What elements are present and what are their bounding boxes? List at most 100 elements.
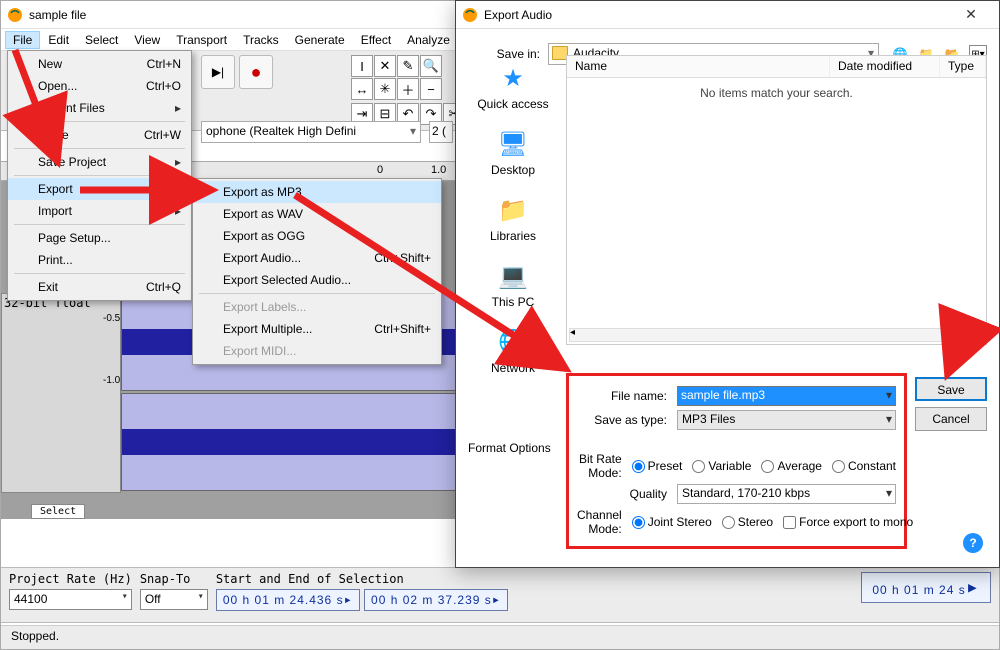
status-bar: Stopped. [1,625,999,649]
menu-item-page-setup[interactable]: Page Setup... [10,227,189,249]
save-as-type-combo[interactable]: MP3 Files [677,410,896,430]
save-button[interactable]: Save [915,377,987,401]
network-icon: 🌐 [495,327,531,357]
menu-item-export-wav[interactable]: Export as WAV [195,203,439,225]
audio-position-time[interactable]: 00 h 01 m 24 s▸ [861,572,991,603]
file-list-header: Name Date modified Type [567,56,986,78]
quick-access-icon: ★ [495,63,531,93]
snap-to-label: Snap-To [140,572,208,589]
edit-tools: I ✕ ✎ 🔍 ↔ ✳ ＋ − [351,55,442,100]
menu-generate[interactable]: Generate [287,31,353,49]
menu-item-new[interactable]: NewCtrl+N [10,53,189,75]
places-bar: ★Quick access 🖥Desktop 📁Libraries 💻This … [468,55,558,367]
menu-select[interactable]: Select [77,31,126,49]
format-options-box: File name: sample file.mp3 Save as type:… [566,373,907,549]
bitrate-average-radio[interactable]: Average [761,459,821,473]
project-rate-label: Project Rate (Hz) [9,572,132,589]
bit-rate-mode-label: Bit Rate Mode: [577,452,632,480]
col-date[interactable]: Date modified [830,56,940,77]
menu-item-export-multiple[interactable]: Export Multiple...Ctrl+Shift+ [195,318,439,340]
audacity-logo-icon [462,7,478,23]
dialog-close-button[interactable]: ✕ [949,1,993,29]
menu-item-close[interactable]: CloseCtrl+W [10,124,189,146]
menu-edit[interactable]: Edit [40,31,77,49]
filename-input[interactable]: sample file.mp3 [677,386,896,406]
format-options-label: Format Options [468,441,551,455]
menu-item-save-project[interactable]: Save Project▸ [10,151,189,173]
channel-mode-label: Channel Mode: [577,508,632,536]
file-menu-dropdown: NewCtrl+N Open...Ctrl+O Recent Files▸ Cl… [7,50,192,301]
export-audio-dialog: Export Audio ✕ Save in: Audacity 🌐 📁 📂 ⊞… [455,0,1000,568]
selection-tool-icon[interactable]: I [351,55,373,77]
menu-analyze[interactable]: Analyze [399,31,458,49]
menu-item-export[interactable]: Export▸ [8,178,191,200]
menu-item-export-midi: Export MIDI... [195,340,439,362]
horizontal-scrollbar[interactable] [569,328,984,342]
menu-transport[interactable]: Transport [168,31,235,49]
recording-channels-combo[interactable]: 2 ( [429,121,453,143]
export-submenu: Export as MP3 Export as WAV Export as OG… [192,178,442,365]
quality-label: Quality [577,487,677,501]
empty-message: No items match your search. [567,78,986,108]
menu-item-exit[interactable]: ExitCtrl+Q [10,276,189,298]
menu-item-open[interactable]: Open...Ctrl+O [10,75,189,97]
audacity-logo-icon [7,7,23,23]
place-quick-access[interactable]: ★Quick access [468,63,558,111]
menu-item-export-audio[interactable]: Export Audio...Ctrl+Shift+ [195,247,439,269]
this-pc-icon: 💻 [495,261,531,291]
place-network[interactable]: 🌐Network [468,327,558,375]
bitrate-preset-radio[interactable]: Preset [632,459,683,473]
filename-label: File name: [577,389,677,403]
bitrate-constant-radio[interactable]: Constant [832,459,896,473]
selection-toolbar: Project Rate (Hz) 44100 Snap-To Off Star… [1,567,999,623]
bitrate-variable-radio[interactable]: Variable [692,459,751,473]
menu-effect[interactable]: Effect [353,31,399,49]
project-rate-spin[interactable]: 44100 [9,589,132,610]
zoom-tool-icon[interactable]: 🔍 [420,55,442,77]
libraries-icon: 📁 [495,195,531,225]
multi-tool-icon[interactable]: ✳ [374,78,396,100]
dialog-titlebar: Export Audio ✕ [456,1,999,29]
window-title: sample file [29,8,86,22]
save-as-type-label: Save as type: [577,413,677,427]
menu-tracks[interactable]: Tracks [235,31,287,49]
place-desktop[interactable]: 🖥Desktop [468,129,558,177]
help-button[interactable]: ? [963,533,983,553]
selection-label: Start and End of Selection [216,572,854,589]
quality-combo[interactable]: Standard, 170-210 kbps [677,484,896,504]
menu-item-export-mp3[interactable]: Export as MP3 [193,181,441,203]
skip-end-button[interactable]: ▶| [201,55,235,89]
menu-item-export-selected[interactable]: Export Selected Audio... [195,269,439,291]
menu-file[interactable]: File [5,31,40,49]
timeshift-tool-icon[interactable]: ↔ [351,78,373,100]
menu-item-print[interactable]: Print... [10,249,189,271]
draw-tool-icon[interactable]: ✎ [397,55,419,77]
channel-mode-radios: Joint Stereo Stereo Force export to mono [632,515,913,529]
zoom-out-icon[interactable]: − [420,78,442,100]
record-button[interactable]: ● [239,55,273,89]
desktop-icon: 🖥 [495,129,531,159]
menu-item-recent[interactable]: Recent Files▸ [10,97,189,119]
recording-device-combo[interactable]: ophone (Realtek High Defini [201,121,421,143]
col-name[interactable]: Name [567,56,830,77]
cancel-button[interactable]: Cancel [915,407,987,431]
place-libraries[interactable]: 📁Libraries [468,195,558,243]
file-list[interactable]: Name Date modified Type No items match y… [566,55,987,345]
force-mono-checkbox[interactable]: Force export to mono [783,515,913,529]
menu-item-import[interactable]: Import▸ [10,200,189,222]
col-type[interactable]: Type [940,56,986,77]
bit-rate-mode-radios: Preset Variable Average Constant [632,459,896,473]
snap-to-combo[interactable]: Off [140,589,208,610]
menu-view[interactable]: View [126,31,168,49]
menu-item-export-labels: Export Labels... [195,296,439,318]
dialog-buttons: Save Cancel [915,377,987,437]
selection-end-time[interactable]: 00 h 02 m 37.239 s▸ [364,589,508,611]
channel-stereo-radio[interactable]: Stereo [722,515,773,529]
selection-start-time[interactable]: 00 h 01 m 24.436 s▸ [216,589,360,611]
select-track-button[interactable]: Select [31,504,85,519]
place-this-pc[interactable]: 💻This PC [468,261,558,309]
envelope-tool-icon[interactable]: ✕ [374,55,396,77]
channel-joint-stereo-radio[interactable]: Joint Stereo [632,515,712,529]
zoom-in-icon[interactable]: ＋ [397,78,419,100]
menu-item-export-ogg[interactable]: Export as OGG [195,225,439,247]
